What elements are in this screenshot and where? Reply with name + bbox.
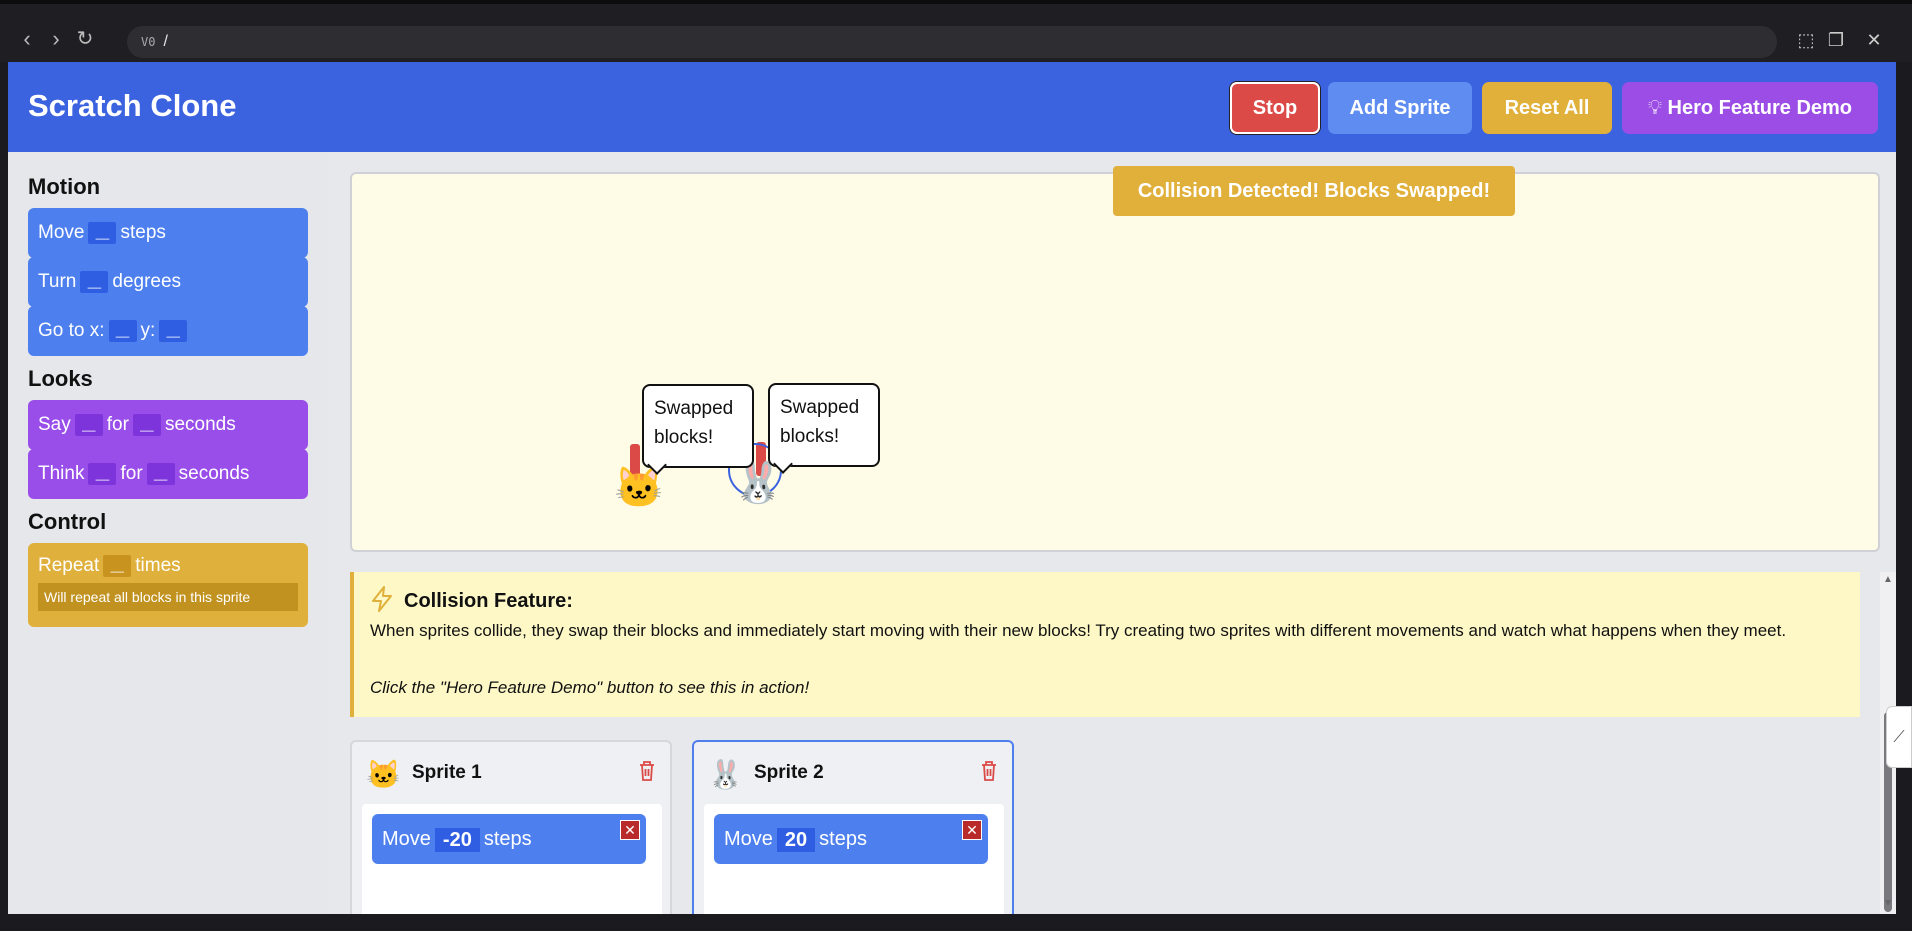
info-text: When sprites collide, they swap their bl… <box>370 621 1787 640</box>
block-text: y: <box>140 320 156 341</box>
stage[interactable] <box>350 172 1880 552</box>
sprite-script-area[interactable]: Move -20 steps ✕ <box>362 804 662 914</box>
sprite-avatar: 🐰 <box>708 759 743 790</box>
app: Scratch Clone Stop Add Sprite Reset All … <box>8 62 1896 914</box>
lightning-icon <box>370 586 396 612</box>
input-slot[interactable]: __ <box>132 413 161 436</box>
block-text: Move <box>724 828 773 850</box>
block-text: Say <box>38 414 71 435</box>
remove-block-icon[interactable]: ✕ <box>620 820 640 840</box>
script-block[interactable]: Move -20 steps ✕ <box>372 814 646 864</box>
trash-icon[interactable] <box>980 760 998 782</box>
input-slot[interactable]: __ <box>80 270 109 293</box>
block-text: steps <box>483 828 532 850</box>
block-text: Go to x: <box>38 320 105 341</box>
cursor-select-icon[interactable]: ⬚ <box>1795 30 1817 52</box>
forward-icon[interactable]: › <box>45 28 67 51</box>
bubble-text: Swapped blocks! <box>780 397 860 447</box>
app-title: Scratch Clone <box>28 88 237 123</box>
trash-icon[interactable] <box>638 760 656 782</box>
say-block[interactable]: Say __ for __ seconds <box>28 400 308 450</box>
address-bar[interactable]: V0 / <box>127 26 1777 58</box>
repeat-block[interactable]: Repeat __ times Will repeat all blocks in … <box>28 543 308 627</box>
speech-bubble-sprite1: Swapped blocks! <box>642 384 754 468</box>
input-slot[interactable]: __ <box>103 555 132 577</box>
goto-xy-block[interactable]: Go to x: __ y: __ <box>28 306 308 356</box>
block-text: Move <box>38 222 85 243</box>
block-text: times <box>135 555 181 577</box>
app-header: Scratch Clone Stop Add Sprite Reset All … <box>8 62 1896 152</box>
block-text: steps <box>819 828 867 850</box>
input-slot[interactable]: __ <box>146 462 175 485</box>
block-text: Think <box>38 463 85 484</box>
stop-button[interactable]: Stop <box>1230 82 1320 134</box>
block-value[interactable]: 20 <box>776 827 816 852</box>
back-icon[interactable]: ‹ <box>16 28 38 51</box>
close-icon[interactable]: ✕ <box>1863 30 1885 52</box>
block-text: Turn <box>38 271 77 292</box>
side-panel-handle[interactable]: ⟋ <box>1886 706 1912 768</box>
sprite-card-1[interactable]: 🐱 Sprite 1 Move -20 steps ✕ <box>350 740 672 914</box>
block-value[interactable]: -20 <box>434 827 480 852</box>
browser-chrome: ‹ › ↻ V0 / ⬚ ❐ ✕ <box>0 0 1912 62</box>
block-text: Repeat <box>38 555 100 577</box>
sprite-name: Sprite 1 <box>412 762 482 783</box>
speech-bubble-sprite2: Swapped blocks! <box>768 383 880 467</box>
input-slot[interactable]: __ <box>74 413 103 436</box>
block-text: steps <box>120 222 166 243</box>
block-text: for <box>120 463 143 484</box>
main-area: 🐱 🐰 Swapped blocks! Swapped blocks! Coll… <box>328 152 1896 914</box>
reload-icon[interactable]: ↻ <box>74 29 96 51</box>
motion-heading: Motion <box>28 174 101 199</box>
remove-block-icon[interactable]: ✕ <box>962 820 982 840</box>
block-text: Move <box>382 828 431 850</box>
input-slot[interactable]: __ <box>108 319 137 342</box>
script-block[interactable]: Move 20 steps ✕ <box>714 814 988 864</box>
site-tag: V0 <box>141 35 156 49</box>
add-sprite-button[interactable]: Add Sprite <box>1328 82 1472 134</box>
sprite-name: Sprite 2 <box>754 762 824 783</box>
sprite-card-2[interactable]: 🐰 Sprite 2 Move 20 steps ✕ <box>692 740 1014 914</box>
hero-demo-label: Hero Feature Demo <box>1667 97 1853 119</box>
block-text: seconds <box>164 414 236 435</box>
sprite-script-area[interactable]: Move 20 steps ✕ <box>704 804 1004 914</box>
input-slot[interactable]: __ <box>88 462 117 485</box>
scroll-down-icon[interactable]: ▼ <box>1880 898 1896 912</box>
info-title: Collision Feature: <box>404 590 573 612</box>
bubble-text: Swapped blocks! <box>654 398 734 448</box>
control-heading: Control <box>28 509 107 534</box>
scroll-up-icon[interactable]: ▲ <box>1880 574 1896 588</box>
block-text: seconds <box>178 463 250 484</box>
window-icon[interactable]: ❐ <box>1825 30 1847 52</box>
collision-info-panel: Collision Feature: When sprites collide,… <box>350 572 1860 717</box>
block-text: degrees <box>112 271 182 292</box>
info-hint: Click the "Hero Feature Demo" button to … <box>370 678 810 697</box>
reset-all-button[interactable]: Reset All <box>1482 82 1612 134</box>
hero-demo-button[interactable]: 💡︎ Hero Feature Demo <box>1622 82 1878 134</box>
lightbulb-icon: 💡︎ <box>1647 97 1662 119</box>
block-palette: Motion Move __ steps Turn __ degrees Go to x… <box>8 152 328 914</box>
block-text: for <box>106 414 129 435</box>
sprite-avatar: 🐱 <box>366 759 401 790</box>
collision-toast: Collision Detected! Blocks Swapped! <box>1113 166 1515 216</box>
url-text: / <box>163 33 168 50</box>
input-slot[interactable]: __ <box>159 319 188 342</box>
think-block[interactable]: Think __ for __ seconds <box>28 449 308 499</box>
input-slot[interactable]: __ <box>88 221 117 244</box>
repeat-note: Will repeat all blocks in this sprite <box>38 583 298 612</box>
looks-heading: Looks <box>28 366 93 391</box>
sprite2-on-stage[interactable]: 🐰 <box>733 463 783 503</box>
move-steps-block[interactable]: Move __ steps <box>28 208 308 258</box>
turn-degrees-block[interactable]: Turn __ degrees <box>28 257 308 307</box>
